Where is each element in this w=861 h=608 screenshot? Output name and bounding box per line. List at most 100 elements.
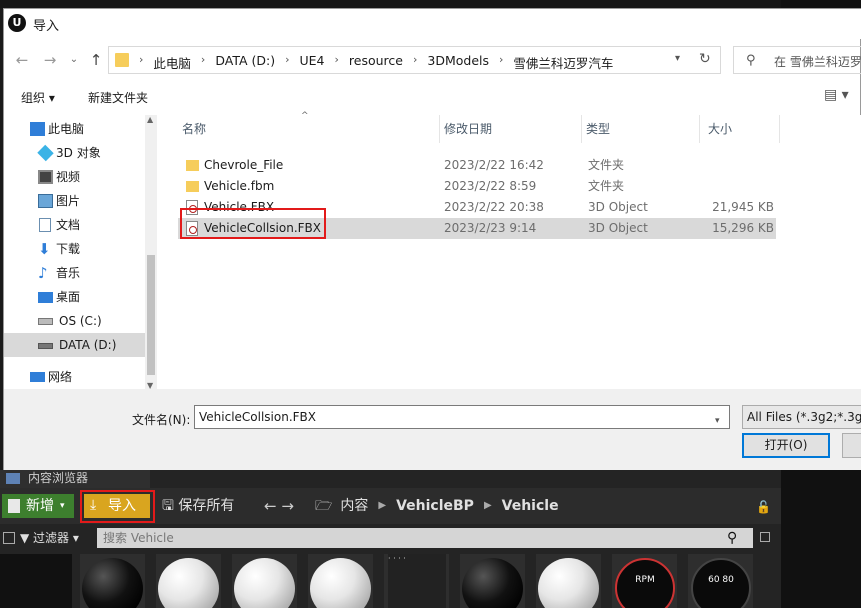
search-box[interactable]: ⚲ 在 雪佛兰科迈罗汽车 中搜索 [733,46,861,74]
breadcrumb-item[interactable]: resource [343,53,409,72]
asset-search-input[interactable]: 搜索 Vehicle ⚲ [97,528,753,548]
chevron-down-icon[interactable]: ▾ [715,410,720,432]
content-browser-icon [6,473,20,484]
file-row[interactable]: Vehicle.fbm 2023/2/22 8:59 文件夹 [178,176,776,197]
filename-input[interactable]: VehicleCollsion.FBX ▾ [194,405,730,429]
folder-icon [186,160,199,171]
editor-top-strip [0,0,861,8]
navigation-scrollbar[interactable]: ▲ ▼ [145,115,157,395]
new-folder-button[interactable]: 新建文件夹 [88,89,148,106]
sources-panel-icon[interactable] [3,532,15,544]
asset-thumbnail[interactable] [80,554,145,608]
breadcrumb-separator: › [499,53,504,66]
asset-thumbnail[interactable]: · · · · [384,554,449,608]
file-name: Chevrole_File [204,158,284,172]
material-sphere-icon [538,558,599,608]
drive-icon [38,318,53,325]
file-modified: 2023/2/22 8:59 [444,179,537,193]
path-separator: ▶ [378,500,387,511]
content-browser: 内容浏览器 新增 ▾ ⤓ 导入 🖫 保存所有 ← → 🗁 内容 ▶ Vehicl… [0,470,781,608]
folder-icon [186,181,199,192]
column-header-name[interactable]: 名称 [178,115,440,143]
refresh-icon[interactable]: ↻ [699,51,715,67]
cancel-button[interactable] [842,433,861,458]
asset-thumbnail[interactable] [232,554,297,608]
scrollbar-thumb[interactable] [147,255,155,375]
material-sphere-icon [158,558,219,608]
asset-thumbnail[interactable] [308,554,373,608]
file-type: 文件夹 [588,158,625,172]
tree-item-os-c[interactable]: OS (C:) [4,309,145,333]
tree-item-network[interactable]: 网络 [4,365,145,389]
scroll-up-icon[interactable]: ▲ [147,115,153,124]
import-button-highlight [80,490,155,523]
content-browser-tab[interactable]: 内容浏览器 [0,470,150,488]
tree-item-this-pc[interactable]: 此电脑 [4,117,145,141]
tree-item-desktop[interactable]: 桌面 [4,285,145,309]
tree-item-downloads[interactable]: ⬇ 下载 [4,237,145,261]
tree-item-3d-objects[interactable]: 3D 对象 [4,141,145,165]
tree-item-videos[interactable]: 视频 [4,165,145,189]
search-input[interactable]: 在 雪佛兰科迈罗汽车 中搜索 [774,53,861,70]
add-new-button[interactable]: 新增 ▾ [2,494,74,518]
asset-thumbnail[interactable] [156,554,221,608]
asset-thumbnail[interactable]: 60 80 [688,554,753,608]
tree-item-data-d[interactable]: DATA (D:) [4,333,145,357]
recent-locations-icon[interactable]: ⌄ [66,51,82,69]
download-icon: ⬇ [38,240,51,258]
column-header-modified[interactable]: 修改日期 [440,115,582,143]
asset-thumbnail[interactable]: RPM [612,554,677,608]
tree-item-pictures[interactable]: 图片 [4,189,145,213]
breadcrumb-item[interactable]: UE4 [294,53,331,72]
chevron-down-icon[interactable]: ▾ [675,53,689,64]
dialog-bottom-bar: 文件名(N): VehicleCollsion.FBX ▾ All Files … [4,389,861,471]
folder-open-icon: 🗁 [315,498,333,514]
breadcrumb-item[interactable]: 此电脑 [147,53,197,72]
selected-file-highlight [180,208,326,239]
up-arrow-icon[interactable]: ↑ [88,51,104,69]
file-name: Vehicle.fbm [204,179,275,193]
history-arrows-icon[interactable]: ← → [264,494,294,518]
organize-button[interactable]: 组织 ▾ [21,89,55,106]
filter-button[interactable]: ▼ 过滤器 ▾ [20,529,79,546]
gauge-icon: 60 80 [691,558,751,608]
file-size: 15,296 KB [712,221,774,235]
lock-icon[interactable]: 🔓 [756,500,771,514]
back-arrow-icon[interactable]: ← [14,51,30,69]
new-file-icon [8,499,20,513]
open-button[interactable]: 打开(O) [742,433,830,458]
address-bar[interactable]: › 此电脑 › DATA (D:) › UE4 › resource › 3DM… [108,46,721,74]
breadcrumb-item[interactable]: DATA (D:) [209,53,281,72]
navigation-pane: 此电脑 3D 对象 视频 图片 文档 ⬇ 下载 ♪ 音乐 桌面 OS (C:) … [4,115,157,395]
breadcrumb-item[interactable]: 3DModels [421,53,495,72]
folder-icon [115,53,129,67]
asset-thumbnail[interactable] [536,554,601,608]
breadcrumb-item[interactable]: 雪佛兰科迈罗汽车 [507,53,619,72]
import-dialog: U 导入 ← → ⌄ ↑ › 此电脑 › DATA (D:) › UE4 › r… [3,8,861,471]
asset-thumbnail[interactable] [0,554,72,608]
path-item[interactable]: 内容 [332,494,376,518]
forward-arrow-icon[interactable]: → [42,51,58,69]
file-modified: 2023/2/22 20:38 [444,200,544,214]
gauge-icon: RPM [615,558,675,608]
desktop-icon [38,292,53,303]
filetype-select[interactable]: All Files (*.3g2;*.3gp;*.3 [742,405,861,429]
path-item[interactable]: VehicleBP [388,494,482,518]
file-row[interactable]: Chevrole_File 2023/2/22 16:42 文件夹 [178,155,776,176]
material-sphere-icon [462,558,523,608]
column-header-size[interactable]: 大小 [700,115,780,143]
tree-item-music[interactable]: ♪ 音乐 [4,261,145,285]
breadcrumb-separator: › [285,53,290,66]
breadcrumb-separator: › [334,53,339,66]
documents-icon [39,218,51,232]
network-icon [30,372,45,382]
column-header-type[interactable]: 类型 [582,115,700,143]
save-search-icon[interactable] [760,532,770,542]
path-separator: ▶ [483,500,492,511]
view-options-icon[interactable]: ▤ ▾ [824,87,849,103]
tree-item-documents[interactable]: 文档 [4,213,145,237]
path-item[interactable]: Vehicle [494,494,567,518]
asset-thumbnail[interactable] [460,554,525,608]
save-all-button[interactable]: 🖫 保存所有 [162,494,234,518]
breadcrumb-separator: › [200,53,206,66]
